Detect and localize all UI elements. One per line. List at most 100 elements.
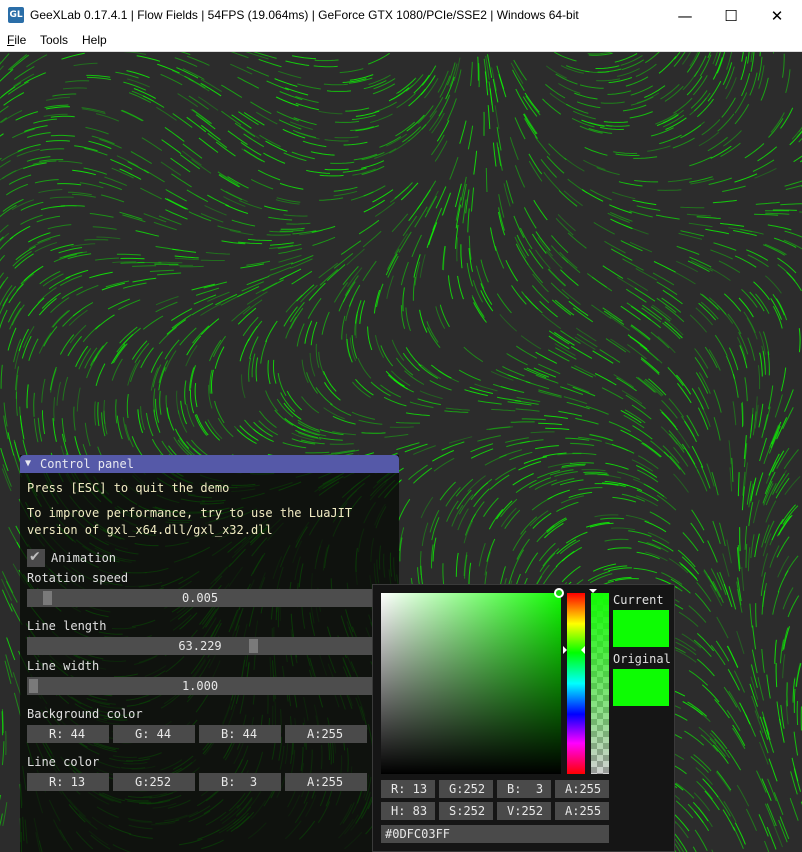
picker-saturation-field[interactable]: S:252 [439,802,493,820]
hex-color-input[interactable]: #0DFC03FF [381,825,609,843]
flow-line [473,488,490,508]
animation-label: Animation [51,551,117,565]
line-green-field[interactable]: G:252 [113,773,195,791]
picker-hue-field[interactable]: H: 83 [381,802,435,820]
flow-line [333,190,358,197]
flow-line [475,265,485,289]
flow-line [625,514,650,523]
flow-line [764,803,775,827]
alpha-slider[interactable] [591,593,609,774]
flow-line [716,770,732,791]
bg-green-field[interactable]: G: 44 [113,725,195,743]
flow-line [487,105,491,130]
picker-value-field[interactable]: V:252 [497,802,551,820]
menu-tools[interactable]: Tools [40,33,68,47]
flow-line [215,141,236,157]
picker-hsv-alpha-field[interactable]: A:255 [555,802,609,820]
line-blue-field[interactable]: B: 3 [199,773,281,791]
flow-line [268,266,292,277]
flow-line [389,426,414,428]
bg-red-field[interactable]: R: 44 [27,725,109,743]
flow-line [345,107,370,112]
picker-alpha-field[interactable]: A:255 [555,780,609,798]
flow-line [140,406,146,430]
collapse-arrow-icon[interactable]: ▼ [25,455,31,473]
flow-line [728,690,742,713]
flow-line [358,419,383,425]
flow-line [395,121,416,137]
flow-line [123,52,147,55]
flow-line [418,363,439,379]
flow-line [746,249,769,261]
flow-line [662,109,684,124]
rotation-speed-slider[interactable]: 0.005 [27,589,373,607]
geexlab-app-icon[interactable]: GL [8,7,24,23]
flow-line [386,275,394,299]
close-button[interactable]: ✕ [754,0,800,31]
flow-line [768,385,774,410]
flow-line [628,530,652,537]
flow-line [750,534,755,559]
flow-line [421,522,429,547]
flow-line [703,569,717,591]
flow-line [711,471,719,496]
line-red-field[interactable]: R: 13 [27,773,109,791]
flow-line [791,757,799,782]
flow-line [500,386,525,393]
bg-blue-field[interactable]: B: 44 [199,725,281,743]
minimize-button[interactable]: — [662,0,708,31]
flow-line [554,299,575,316]
slider-grab[interactable] [249,639,258,653]
flow-line [761,414,769,438]
flow-line [1,741,5,766]
original-color-swatch[interactable] [613,669,669,706]
flow-line [49,196,74,199]
flow-line [749,603,753,628]
bg-alpha-field[interactable]: A:255 [285,725,367,743]
flow-line [50,369,57,393]
flow-line [694,348,709,369]
line-length-slider[interactable]: 63.229 [27,637,373,655]
flow-line [374,148,397,159]
menu-file[interactable]: File [7,33,26,47]
flow-line [463,520,474,544]
flow-line [413,445,436,455]
picker-red-field[interactable]: R: 13 [381,780,435,798]
flow-line [696,780,713,800]
flow-line [19,406,23,431]
flow-line [607,90,632,95]
slider-grab[interactable] [43,591,52,605]
flow-line [680,206,705,209]
flow-line [57,183,82,186]
flow-line [536,470,561,479]
maximize-button[interactable]: ☐ [708,0,754,31]
flow-line [543,171,560,191]
flow-line [728,586,737,610]
flow-line [574,365,597,377]
animation-checkbox[interactable]: ✔ [27,549,45,567]
hue-slider[interactable] [567,593,585,774]
control-panel-header[interactable]: ▼ Control panel [20,455,399,473]
slider-grab[interactable] [29,679,38,693]
flow-line [647,145,671,152]
line-alpha-field[interactable]: A:255 [285,773,367,791]
flow-line [760,77,769,101]
flow-line [738,297,754,318]
picker-blue-field[interactable]: B: 3 [497,780,551,798]
flow-line [310,321,318,346]
flow-line [343,141,368,146]
flow-line [688,670,709,686]
saturation-value-handle[interactable] [554,588,564,598]
flow-line [1,571,14,594]
flow-line [14,345,22,369]
flow-line [413,467,433,484]
picker-green-field[interactable]: G:252 [439,780,493,798]
flow-line [1,589,13,612]
menu-help[interactable]: Help [82,33,107,47]
line-width-slider[interactable]: 1.000 [27,677,373,695]
flow-line [324,168,349,171]
color-picker-popup: Current Original R: 13 G:252 B: 3 A:255 … [372,584,675,852]
flow-line [411,234,422,258]
flow-line [196,414,209,436]
saturation-value-square[interactable] [381,593,561,774]
